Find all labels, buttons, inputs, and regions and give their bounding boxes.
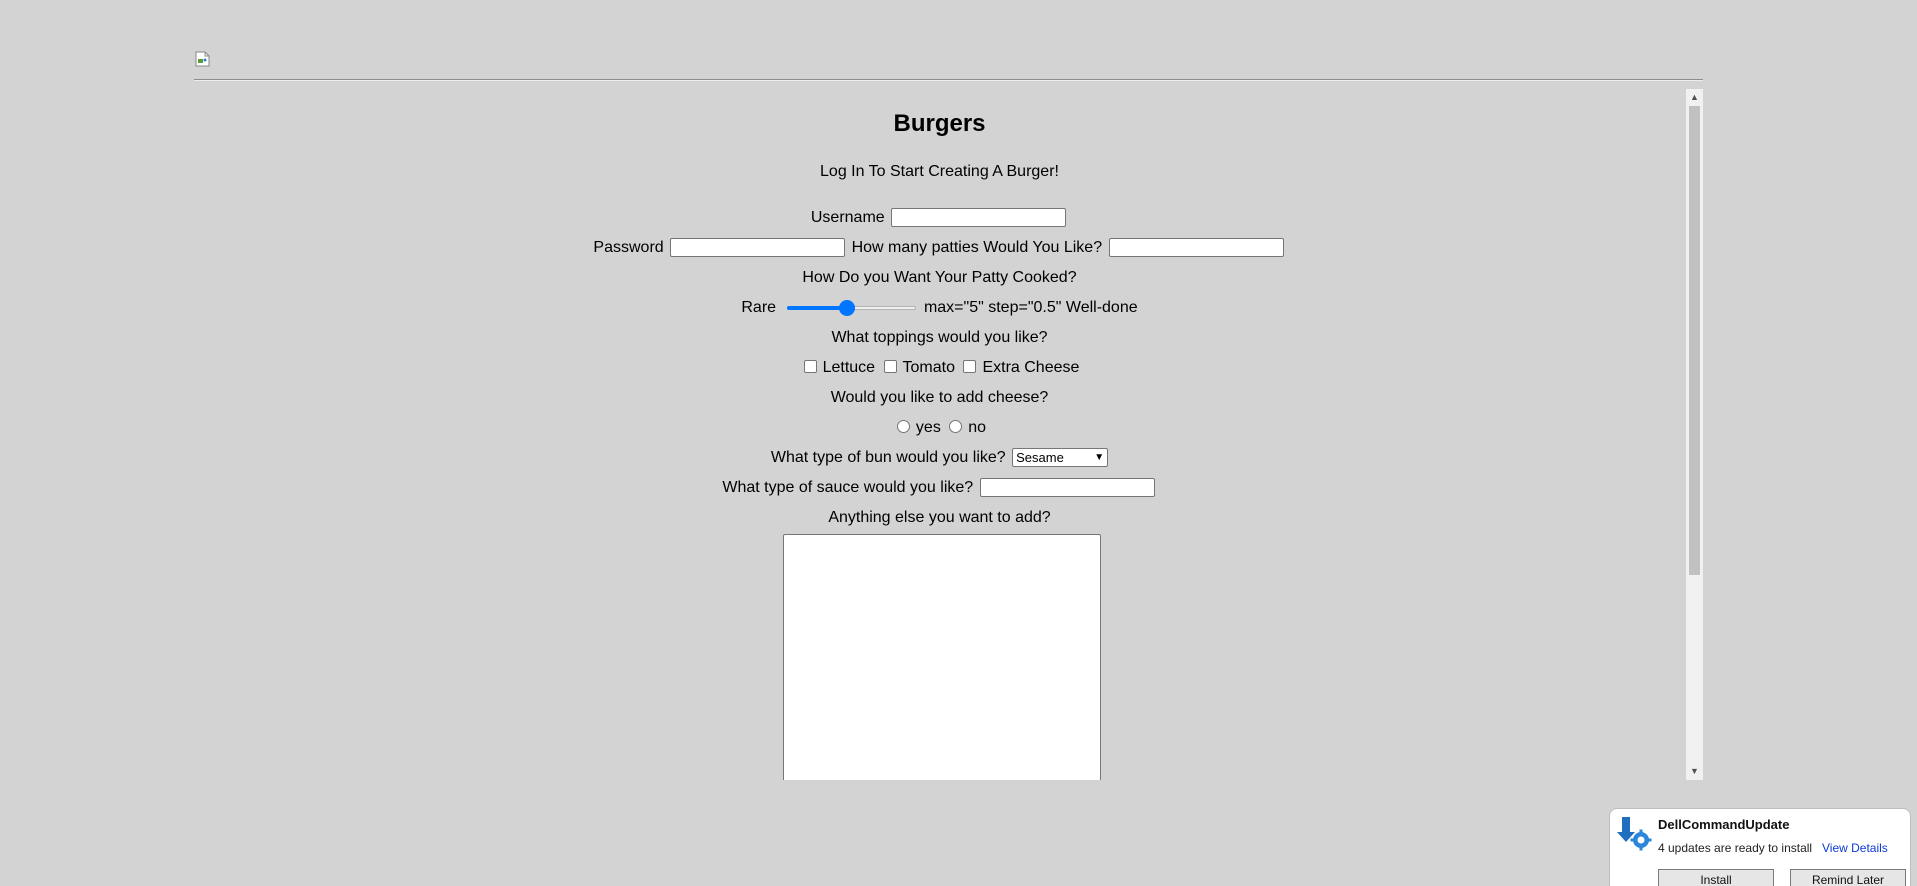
burger-form: Burgers Log In To Start Creating A Burge… xyxy=(194,89,1685,780)
sauce-input[interactable] xyxy=(979,478,1155,498)
password-patties-row: Password How many patties Would You Like… xyxy=(194,238,1685,258)
slider-stray-text: max="5" step="0.5" xyxy=(923,299,1062,316)
view-details-link[interactable]: View Details xyxy=(1822,841,1888,855)
sauce-label: What type of sauce would you like? xyxy=(722,479,974,496)
cheese-question: Would you like to add cheese? xyxy=(194,388,1685,408)
scroll-up-icon[interactable]: ▲ xyxy=(1686,89,1703,106)
username-label: Username xyxy=(810,209,885,226)
remind-later-button[interactable]: Remind Later xyxy=(1790,869,1906,886)
tomato-label: Tomato xyxy=(902,359,955,376)
cheese-no-label: no xyxy=(968,419,987,436)
slider-min-label: Rare xyxy=(741,299,777,316)
scroll-down-icon[interactable]: ▼ xyxy=(1686,763,1703,780)
install-button[interactable]: Install xyxy=(1658,869,1774,886)
bun-selected-value: Sesame xyxy=(1016,450,1064,466)
toppings-label: What toppings would you like? xyxy=(831,329,1048,346)
cheese-yes-radio[interactable] xyxy=(896,419,910,433)
cheese-yes-label: yes xyxy=(915,419,941,436)
username-input[interactable] xyxy=(891,208,1067,228)
password-input[interactable] xyxy=(670,238,846,258)
extra-textarea[interactable] xyxy=(783,534,1101,780)
patties-label: How many patties Would You Like? xyxy=(851,239,1103,256)
cheese-label: Would you like to add cheese? xyxy=(830,389,1049,406)
broken-image-icon xyxy=(195,51,210,67)
scrollbar-thumb[interactable] xyxy=(1689,106,1700,575)
lettuce-checkbox[interactable] xyxy=(803,359,817,373)
slider-thumb[interactable] xyxy=(838,299,855,316)
slider-fill xyxy=(786,305,847,310)
cooked-question: How Do you Want Your Patty Cooked? xyxy=(194,268,1685,288)
burger-form-frame: Burgers Log In To Start Creating A Burge… xyxy=(194,89,1703,780)
extra-label: Anything else you want to add? xyxy=(828,509,1051,526)
sauce-row: What type of sauce would you like? xyxy=(194,478,1685,498)
cheese-row: yes no xyxy=(194,418,1685,438)
cooked-label: How Do you Want Your Patty Cooked? xyxy=(802,269,1077,286)
doneness-slider[interactable] xyxy=(786,299,916,316)
bun-row: What type of bun would you like? Sesame … xyxy=(194,448,1685,468)
cheese-no-radio[interactable] xyxy=(949,419,963,433)
chevron-down-icon: ▼ xyxy=(1094,452,1105,464)
password-label: Password xyxy=(593,239,664,256)
doneness-row: Rare max="5" step="0.5" Well-done xyxy=(194,298,1685,318)
login-subtitle: Log In To Start Creating A Burger! xyxy=(194,162,1685,182)
notification-message: 4 updates are ready to install xyxy=(1658,841,1813,855)
tomato-checkbox[interactable] xyxy=(883,359,897,373)
dell-update-icon xyxy=(1616,814,1654,852)
slider-max-label: Well-done xyxy=(1065,299,1138,316)
update-notification: DellCommandUpdate 4 updates are ready to… xyxy=(1609,808,1911,886)
username-row: Username xyxy=(194,208,1685,228)
extra-question: Anything else you want to add? xyxy=(194,508,1685,528)
toppings-row: Lettuce Tomato Extra Cheese xyxy=(194,358,1685,378)
extra-cheese-checkbox[interactable] xyxy=(963,359,977,373)
patties-input[interactable] xyxy=(1108,238,1284,258)
frame-scrollbar[interactable]: ▲ ▼ xyxy=(1686,89,1703,780)
bun-select[interactable]: Sesame ▼ xyxy=(1012,448,1109,468)
lettuce-label: Lettuce xyxy=(822,359,876,376)
page-title: Burgers xyxy=(893,110,986,137)
notification-title: DellCommandUpdate xyxy=(1658,817,1790,832)
page-scrollbar[interactable] xyxy=(1902,0,1917,886)
toppings-question: What toppings would you like? xyxy=(194,328,1685,348)
horizontal-rule xyxy=(194,79,1703,81)
bun-label: What type of bun would you like? xyxy=(770,449,1006,466)
subtitle-text: Log In To Start Creating A Burger! xyxy=(820,163,1059,180)
extra-cheese-label: Extra Cheese xyxy=(982,359,1080,376)
browser-page: Burgers Log In To Start Creating A Burge… xyxy=(0,0,1917,886)
